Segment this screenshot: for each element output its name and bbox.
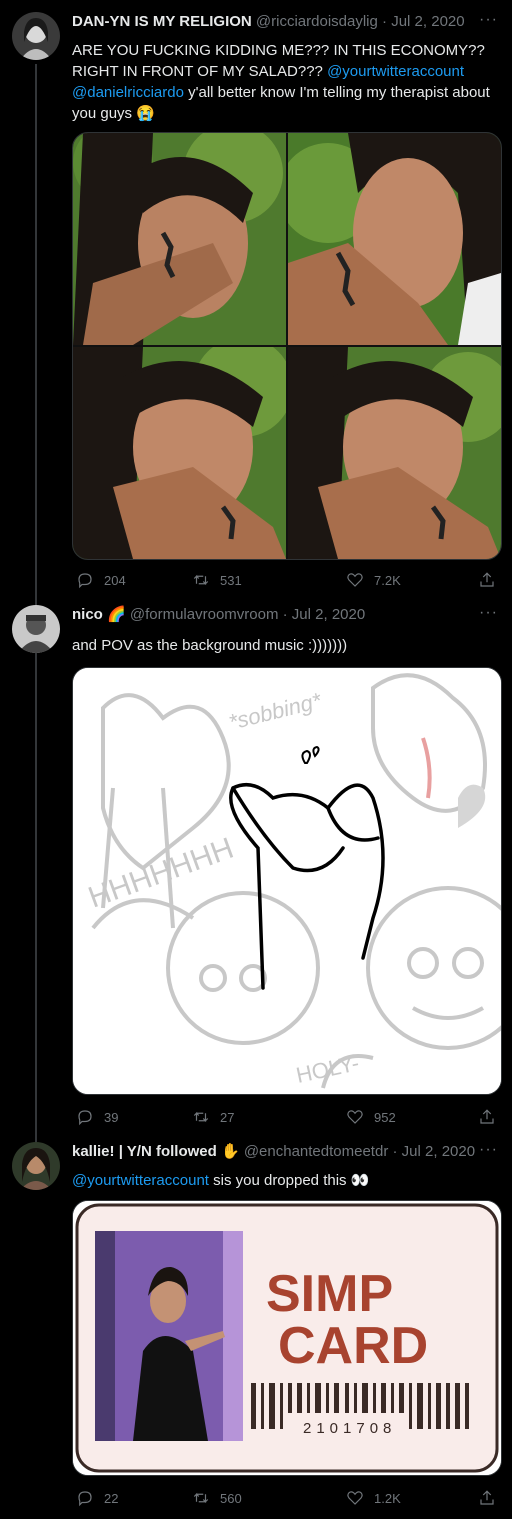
tweet-header: nico 🌈 @formulavroomvroom · Jul 2, 2020 xyxy=(72,605,482,625)
tweet-text-line: RIGHT IN FRONT OF MY SALAD??? @yourtwitt… xyxy=(72,61,498,82)
heart-icon xyxy=(347,1110,363,1124)
share-icon xyxy=(480,1490,494,1505)
card-number: 2101708 xyxy=(303,1420,396,1437)
like-button[interactable]: 7.2K xyxy=(346,570,401,590)
retweet-button[interactable]: 531 xyxy=(192,570,242,590)
share-button[interactable] xyxy=(478,1488,496,1508)
display-name[interactable]: kallie! | Y/N followed xyxy=(72,1143,217,1160)
tweet-text: @yourtwitteraccount sis you dropped this… xyxy=(72,1170,498,1191)
avatar-image xyxy=(12,1142,60,1190)
reply-button[interactable]: 204 xyxy=(76,570,126,590)
avatar[interactable] xyxy=(12,12,60,60)
timestamp[interactable]: Jul 2, 2020 xyxy=(292,606,365,623)
display-name[interactable]: DAN-YN IS MY RELIGION xyxy=(72,13,252,30)
reply-button[interactable]: 22 xyxy=(76,1488,118,1508)
like-count: 1.2K xyxy=(374,1490,401,1506)
separator: · xyxy=(382,13,388,30)
timestamp[interactable]: Jul 2, 2020 xyxy=(402,1143,475,1160)
photo-4[interactable] xyxy=(288,347,501,559)
tweet-header: kallie! | Y/N followed ✋ @enchantedtomee… xyxy=(72,1142,482,1162)
like-count: 952 xyxy=(374,1109,396,1125)
reply-count: 204 xyxy=(104,572,126,588)
tweet-text-line: ARE YOU FUCKING KIDDING ME??? IN THIS EC… xyxy=(72,42,485,59)
retweet-count: 27 xyxy=(220,1109,235,1125)
retweet-count: 531 xyxy=(220,572,242,588)
mention-link[interactable]: @yourtwitteraccount xyxy=(327,63,464,80)
reply-icon xyxy=(78,573,92,589)
share-icon xyxy=(480,572,494,587)
photo-grid[interactable] xyxy=(72,132,502,560)
tweet-actions: 204 531 7.2K xyxy=(72,570,500,590)
reply-button[interactable]: 39 xyxy=(76,1107,118,1127)
tweet-actions: 22 560 1.2K xyxy=(72,1488,500,1508)
tweet-text: ARE YOU FUCKING KIDDING ME??? IN THIS EC… xyxy=(72,40,498,124)
mention-link[interactable]: @yourtwitteraccount xyxy=(72,1172,209,1189)
card-title: CARD xyxy=(278,1317,428,1375)
reply-icon xyxy=(78,1110,92,1126)
simp-card-image[interactable]: SIMP CARD 2101708 xyxy=(72,1200,502,1476)
heart-icon xyxy=(347,573,363,587)
handle[interactable]: @enchantedtomeetdr xyxy=(244,1143,389,1160)
display-name[interactable]: nico 🌈 xyxy=(72,606,126,623)
mention-link[interactable]: @danielricciardo xyxy=(72,84,184,101)
tweet-actions: 39 27 952 xyxy=(72,1107,500,1127)
more-icon[interactable]: ··· xyxy=(479,1142,498,1158)
share-button[interactable] xyxy=(478,1107,496,1127)
photo-1[interactable] xyxy=(73,133,286,345)
tweet-2[interactable]: nico 🌈 @formulavroomvroom · Jul 2, 2020 … xyxy=(0,605,512,1135)
tweet-1[interactable]: DAN-YN IS MY RELIGION @ricciardoisdaylig… xyxy=(0,12,512,600)
tweet-text: and POV as the background music :))))))) xyxy=(72,637,348,654)
photo-2[interactable] xyxy=(288,133,501,345)
heart-icon xyxy=(347,1491,363,1505)
heart-hand-icon: ✋ xyxy=(220,1143,240,1160)
simp-title: SIMP xyxy=(266,1265,393,1323)
avatar-image xyxy=(12,605,60,653)
tweet-text-line: you guys 😭 xyxy=(72,105,155,122)
avatar[interactable] xyxy=(12,605,60,653)
like-button[interactable]: 952 xyxy=(346,1107,396,1127)
retweet-icon xyxy=(193,574,209,586)
tweet-text-span: sis you dropped this 👀 xyxy=(208,1172,370,1189)
photo-3[interactable] xyxy=(73,347,286,559)
retweet-button[interactable]: 560 xyxy=(192,1488,242,1508)
tweet-text-span: y'all better know I'm telling my therapi… xyxy=(183,84,490,101)
sketch-image[interactable]: *sobbing* HHHHHHH HOLY- xyxy=(72,667,502,1095)
separator: · xyxy=(392,1143,398,1160)
reply-count: 22 xyxy=(104,1490,119,1506)
tweet-text-span: RIGHT IN FRONT OF MY SALAD??? xyxy=(72,63,328,80)
separator: · xyxy=(282,606,288,623)
avatar[interactable] xyxy=(12,1142,60,1190)
share-button[interactable] xyxy=(478,570,496,590)
like-count: 7.2K xyxy=(374,572,401,588)
retweet-icon xyxy=(193,1111,209,1123)
avatar-image xyxy=(12,12,60,60)
more-icon[interactable]: ··· xyxy=(479,12,498,28)
more-icon[interactable]: ··· xyxy=(479,605,498,621)
handle[interactable]: @formulavroomvroom xyxy=(130,606,279,623)
tweet-3[interactable]: kallie! | Y/N followed ✋ @enchantedtomee… xyxy=(0,1142,512,1512)
retweet-count: 560 xyxy=(220,1490,242,1506)
retweet-icon xyxy=(193,1492,209,1504)
reply-count: 39 xyxy=(104,1109,119,1125)
timestamp[interactable]: Jul 2, 2020 xyxy=(391,13,464,30)
handle[interactable]: @ricciardoisdaylig xyxy=(256,13,378,30)
reply-icon xyxy=(78,1491,92,1507)
tweet-header: DAN-YN IS MY RELIGION @ricciardoisdaylig… xyxy=(72,12,482,32)
retweet-button[interactable]: 27 xyxy=(192,1107,234,1127)
share-icon xyxy=(480,1109,494,1124)
like-button[interactable]: 1.2K xyxy=(346,1488,401,1508)
tweet-text-line: @danielricciardo y'all better know I'm t… xyxy=(72,82,498,103)
